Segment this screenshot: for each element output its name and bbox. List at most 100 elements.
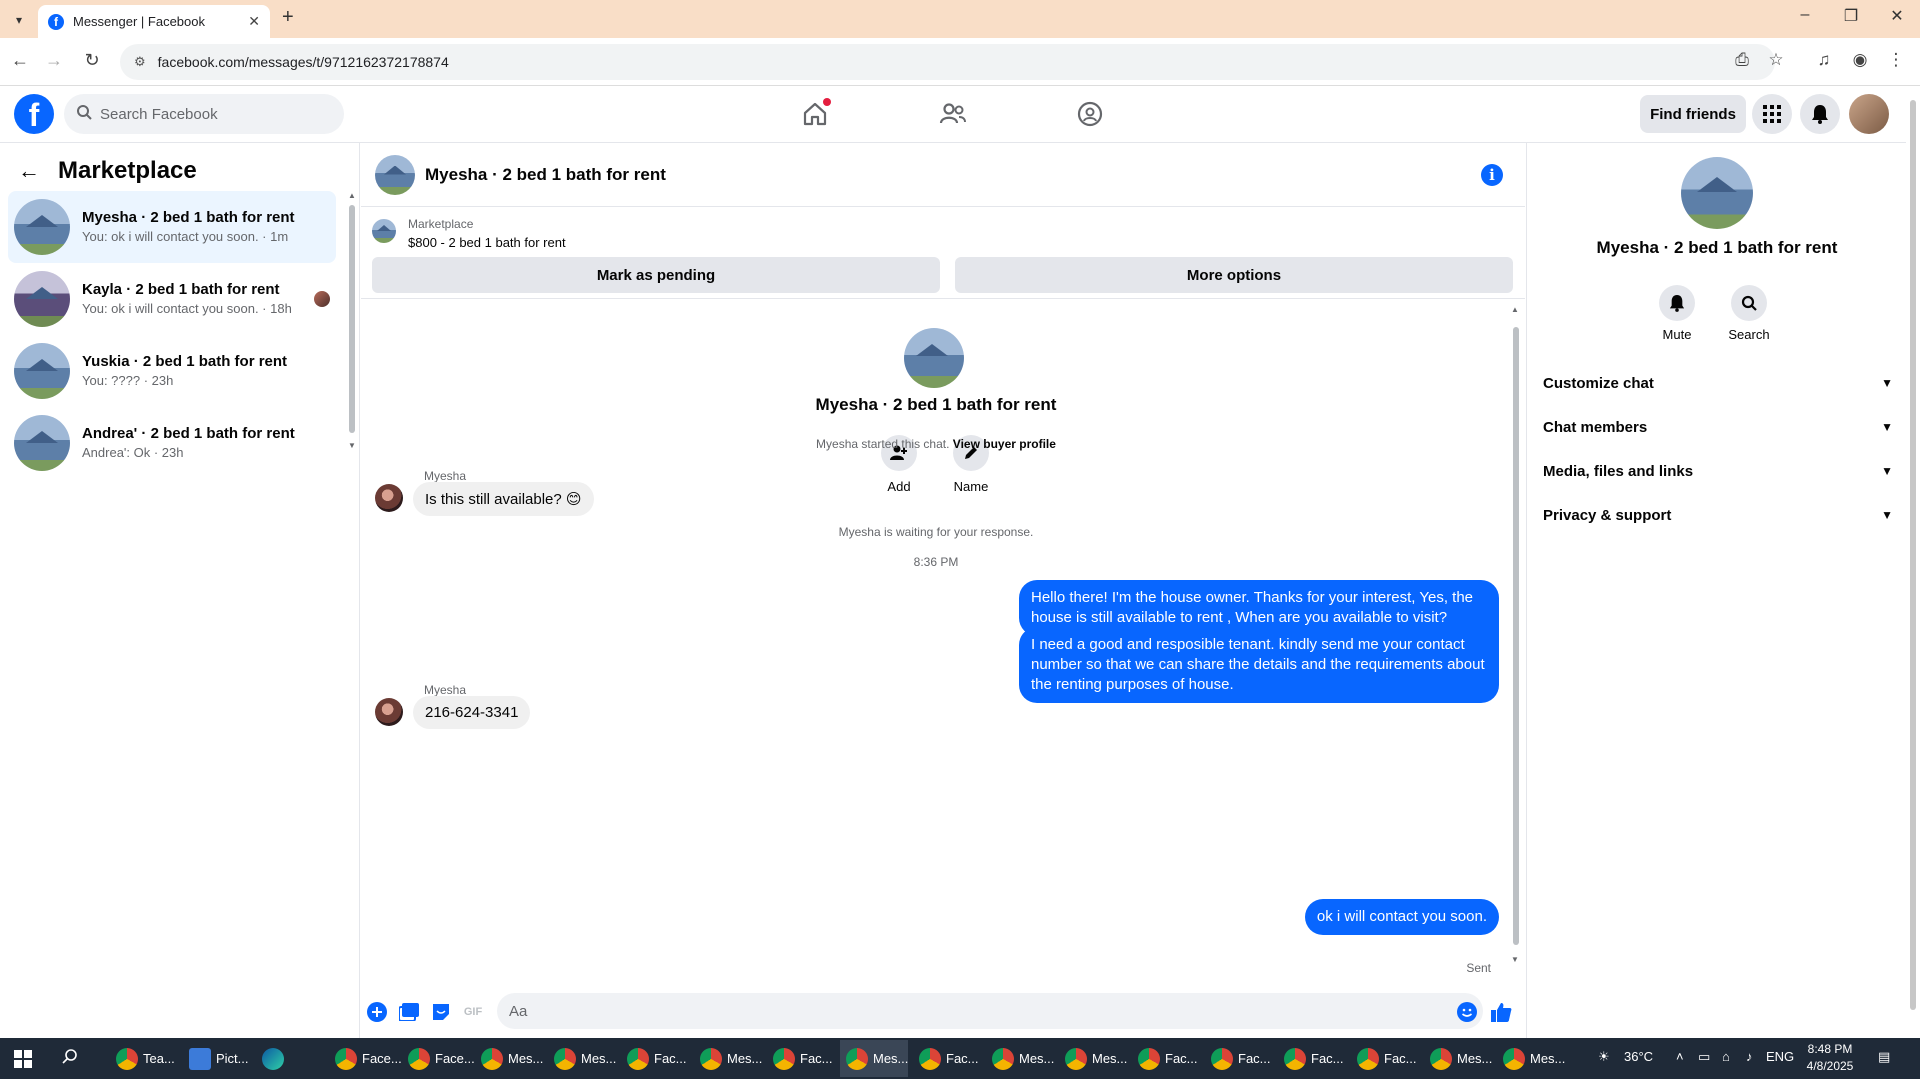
taskbar-app-button[interactable]: Fac... <box>1278 1040 1346 1077</box>
browser-tab[interactable]: f Messenger | Facebook ✕ <box>38 5 270 38</box>
facebook-logo-icon[interactable]: f <box>14 94 54 134</box>
scrollbar-thumb[interactable] <box>1910 100 1916 1010</box>
forward-icon[interactable]: → <box>42 50 66 71</box>
sender-avatar[interactable] <box>375 484 403 512</box>
taskbar-app-button[interactable]: Tea... <box>110 1040 178 1077</box>
bookmark-star-icon[interactable]: ☆ <box>1764 50 1788 70</box>
weather-icon[interactable]: ☀ <box>1598 1049 1610 1065</box>
chat-scrollbar[interactable]: ▲ ▼ <box>1511 305 1521 965</box>
browser-menu-icon[interactable]: ⋮ <box>1884 50 1908 70</box>
conversation-item-yuskia[interactable]: Yuskia · 2 bed 1 bath for rent You: ????… <box>8 335 336 407</box>
conversation-item-myesha[interactable]: Myesha · 2 bed 1 bath for rent You: ok i… <box>8 191 336 263</box>
taskbar-clock[interactable]: 8:48 PM 4/8/2025 <box>1795 1041 1865 1075</box>
home-nav-icon[interactable] <box>795 96 835 132</box>
find-friends-button[interactable]: Find friends <box>1640 95 1746 133</box>
taskbar-app-button[interactable]: Fac... <box>1351 1040 1419 1077</box>
conversation-item-kayla[interactable]: Kayla · 2 bed 1 bath for rent You: ok i … <box>8 263 336 335</box>
notification-center-icon[interactable]: ▤ <box>1878 1049 1890 1065</box>
taskbar-app-button[interactable] <box>256 1040 324 1077</box>
install-app-icon[interactable]: ⎙ <box>1730 50 1754 70</box>
tab-close-icon[interactable]: ✕ <box>248 13 260 30</box>
temperature[interactable]: 36°C <box>1624 1049 1653 1064</box>
scroll-down-icon[interactable]: ▼ <box>348 441 356 450</box>
taskbar-app-button[interactable]: Face... <box>402 1040 475 1077</box>
media-controls-icon[interactable]: ♫ <box>1812 50 1836 70</box>
minimize-icon[interactable]: – <box>1790 6 1820 24</box>
chat-members-section[interactable]: Chat members ▼ <box>1543 407 1893 447</box>
chat-title[interactable]: Myesha · 2 bed 1 bath for rent <box>425 165 666 185</box>
emoji-icon[interactable] <box>1455 1000 1479 1024</box>
network-icon[interactable]: ⌂ <box>1722 1049 1730 1064</box>
tray-device-icon[interactable]: ▭ <box>1698 1049 1710 1065</box>
listing-title[interactable]: $800 - 2 bed 1 bath for rent <box>408 235 566 250</box>
taskbar-app-button[interactable]: Fac... <box>1132 1040 1200 1077</box>
groups-nav-icon[interactable] <box>1070 96 1110 132</box>
mark-as-pending-button[interactable]: Mark as pending <box>372 257 940 293</box>
taskbar-app-button[interactable]: Fac... <box>913 1040 981 1077</box>
outgoing-message[interactable]: ok i will contact you soon. <box>1304 899 1499 935</box>
sidebar-scrollbar[interactable]: ▲ ▼ <box>348 191 356 451</box>
tab-search-chevron-icon[interactable]: ▾ <box>8 9 30 31</box>
taskbar-app-button[interactable]: Mes... <box>1424 1040 1492 1077</box>
taskbar-app-button[interactable]: Fac... <box>1205 1040 1273 1077</box>
view-buyer-profile-link[interactable]: View buyer profile <box>953 437 1056 451</box>
gif-icon[interactable]: GIF <box>461 1000 485 1024</box>
taskbar-app-button[interactable]: Fac... <box>621 1040 689 1077</box>
apps-menu-icon[interactable] <box>1752 94 1792 134</box>
volume-icon[interactable]: ♪ <box>1746 1049 1753 1064</box>
back-icon[interactable]: ← <box>8 50 32 71</box>
search-conversation-button[interactable]: Search <box>1719 285 1779 342</box>
back-arrow-icon[interactable]: ← <box>18 158 40 184</box>
sender-avatar[interactable] <box>375 698 403 726</box>
taskbar-app-button[interactable]: Mes... <box>1059 1040 1127 1077</box>
taskbar-app-label: Fac... <box>800 1051 833 1066</box>
privacy-support-section[interactable]: Privacy & support ▼ <box>1543 495 1893 535</box>
facebook-search-input[interactable]: Search Facebook <box>64 94 344 134</box>
taskbar-app-button[interactable]: Fac... <box>767 1040 835 1077</box>
tray-chevron-icon[interactable]: ˄ <box>1676 1049 1684 1064</box>
taskbar-app-button[interactable]: Mes... <box>694 1040 762 1077</box>
media-files-links-section[interactable]: Media, files and links ▼ <box>1543 451 1893 491</box>
new-tab-icon[interactable]: + <box>282 6 294 29</box>
site-info-icon[interactable]: ⚙ <box>134 54 146 70</box>
scrollbar-thumb[interactable] <box>349 205 355 433</box>
conversation-item-andrea[interactable]: Andrea' · 2 bed 1 bath for rent Andrea':… <box>8 407 336 479</box>
chat-avatar[interactable] <box>375 154 415 195</box>
taskbar-app-button[interactable]: Face... <box>329 1040 402 1077</box>
incoming-message[interactable]: 216-624-3341 <box>413 696 531 729</box>
page-scrollbar[interactable] <box>1908 86 1918 1038</box>
restore-icon[interactable]: ❐ <box>1836 6 1866 26</box>
window-close-icon[interactable]: ✕ <box>1882 6 1912 26</box>
taskbar-app-button[interactable]: Mes... <box>986 1040 1054 1077</box>
language-indicator[interactable]: ENG <box>1766 1049 1794 1064</box>
taskbar-app-button[interactable]: Mes... <box>548 1040 616 1077</box>
scroll-up-icon[interactable]: ▲ <box>1511 305 1519 314</box>
reload-icon[interactable]: ↻ <box>80 50 104 71</box>
mute-button[interactable]: Mute <box>1647 285 1707 342</box>
customize-chat-section[interactable]: Customize chat ▼ <box>1543 363 1893 403</box>
taskbar-app-button[interactable]: Pict... <box>183 1040 251 1077</box>
outgoing-message[interactable]: I need a good and resposible tenant. kin… <box>1019 627 1499 703</box>
incoming-message[interactable]: Is this still available? 😊 <box>413 482 594 516</box>
photo-icon[interactable] <box>397 1000 421 1024</box>
more-options-button[interactable]: More options <box>955 257 1513 293</box>
notifications-bell-icon[interactable] <box>1800 94 1840 134</box>
windows-start-icon[interactable] <box>14 1050 32 1068</box>
listing-mini-thumbnail[interactable] <box>372 219 396 243</box>
message-input[interactable]: Aa <box>497 993 1483 1029</box>
friends-nav-icon[interactable] <box>933 96 973 132</box>
scrollbar-thumb[interactable] <box>1513 327 1519 945</box>
thumbs-up-icon[interactable] <box>1489 1000 1513 1024</box>
taskbar-app-button[interactable]: Mes... <box>840 1040 908 1077</box>
address-bar[interactable]: ⚙ facebook.com/messages/t/97121623721788… <box>120 44 1775 80</box>
account-avatar[interactable] <box>1849 94 1889 134</box>
sticker-icon[interactable] <box>429 1000 453 1024</box>
taskbar-app-button[interactable]: Mes... <box>475 1040 543 1077</box>
scroll-down-icon[interactable]: ▼ <box>1511 955 1519 964</box>
scroll-up-icon[interactable]: ▲ <box>348 191 356 200</box>
profile-icon[interactable]: ◉ <box>1848 50 1872 70</box>
plus-circle-icon[interactable] <box>365 1000 389 1024</box>
taskbar-app-button[interactable]: Mes... <box>1497 1040 1565 1077</box>
info-icon[interactable]: i <box>1481 164 1503 186</box>
taskbar-search-icon[interactable] <box>62 1048 78 1069</box>
